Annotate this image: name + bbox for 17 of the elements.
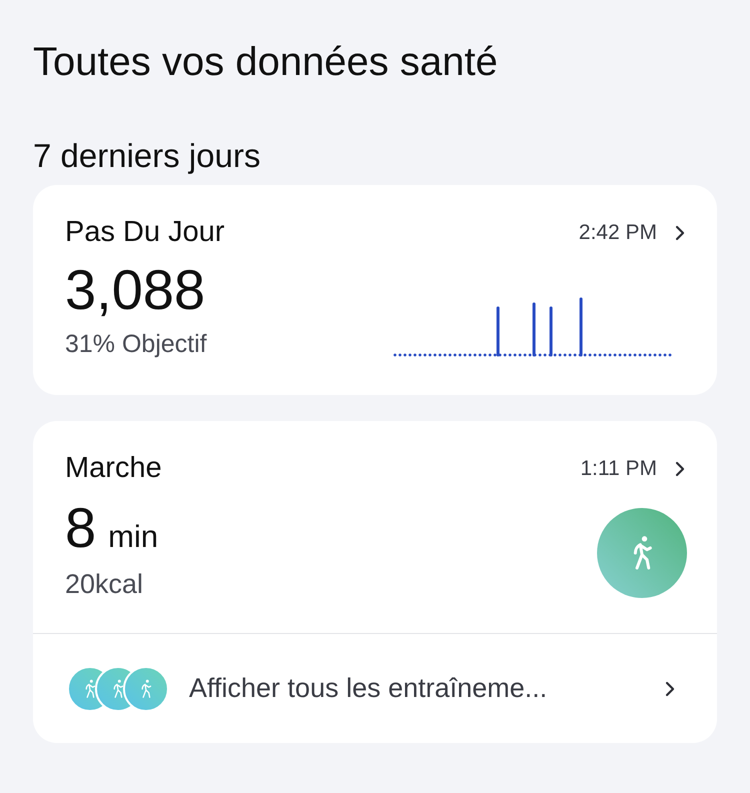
time-label: 2:42 PM bbox=[578, 220, 657, 246]
calories-label: 20kcal bbox=[65, 568, 144, 600]
goal-label: 31% Objectif bbox=[65, 328, 207, 360]
steps-card[interactable]: Pas Du Jour 2:42 PM 3,088 31% Objectif bbox=[33, 185, 717, 395]
page-title: Toutes vos données santé bbox=[33, 39, 499, 86]
card-title: Marche bbox=[65, 451, 162, 486]
chevron-right-icon bbox=[665, 680, 675, 696]
chevron-right-icon bbox=[675, 224, 685, 241]
all-workouts-link[interactable]: Afficher tous les entraîneme... bbox=[189, 668, 683, 709]
steps-value: 3,088 bbox=[65, 256, 206, 322]
chevron-right-icon bbox=[675, 460, 685, 477]
duration-unit: min bbox=[108, 518, 158, 556]
time-label: 1:11 PM bbox=[580, 456, 657, 482]
duration-value: 8 bbox=[65, 494, 96, 560]
card-title: Pas Du Jour bbox=[65, 215, 225, 250]
section-heading: 7 derniers jours bbox=[33, 136, 262, 176]
walk-card[interactable]: Marche 1:11 PM 8 min 20kcal Afficher tous les entraîneme... bbox=[33, 421, 717, 743]
